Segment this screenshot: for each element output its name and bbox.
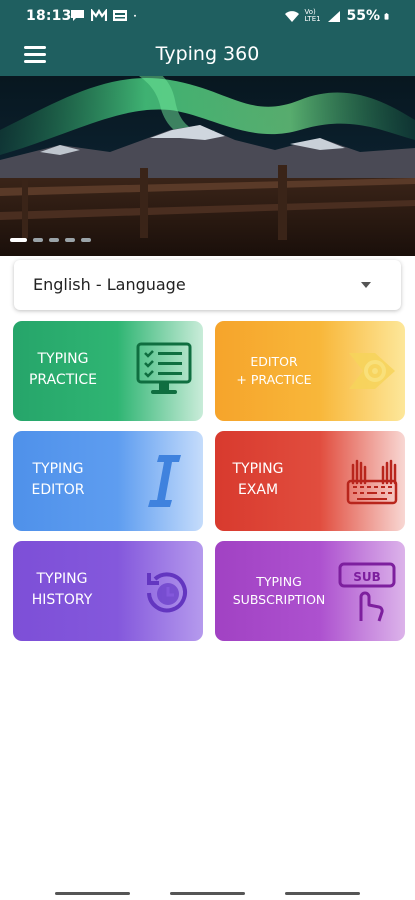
tile-label-line2: EXAM: [237, 482, 279, 498]
status-bar: 18:13 Vo) LTE1 55%: [0, 0, 415, 34]
app-bar: Typing 360: [0, 34, 415, 76]
tile-label: TYPING PRACTICE: [27, 349, 99, 391]
tile-label-line1: TYPING: [37, 351, 89, 367]
language-select-value: English - Language: [33, 275, 186, 294]
notification-icons: [70, 9, 141, 22]
tile-label: EDITOR + PRACTICE: [231, 353, 317, 389]
tile-label-line1: TYPING: [36, 571, 88, 587]
tile-label-line2: HISTORY: [31, 592, 93, 608]
m-app-icon: [91, 9, 107, 21]
tile-label: TYPING HISTORY: [29, 569, 95, 611]
aurora-landscape-image: [0, 60, 415, 256]
carousel-indicators: [10, 238, 91, 242]
carousel-dot-3[interactable]: [49, 238, 59, 242]
tile-label: TYPING EXAM: [229, 459, 287, 501]
battery-icon: [384, 12, 389, 20]
signal-icon: [328, 10, 341, 22]
nav-home-handle[interactable]: [170, 892, 245, 895]
tile-label-line2: SUBSCRIPTION: [232, 592, 326, 607]
history-clock-icon: [147, 572, 187, 613]
hands-keyboard-icon: [346, 459, 398, 505]
chat-icon: [71, 10, 84, 21]
sub-button-tap-icon: SUB: [338, 562, 396, 622]
typing-history-tile[interactable]: TYPING HISTORY: [13, 541, 203, 641]
carousel-dot-4[interactable]: [65, 238, 75, 242]
banner-carousel[interactable]: [0, 60, 415, 256]
tile-label-line2: PRACTICE: [28, 372, 97, 388]
carousel-dot-2[interactable]: [33, 238, 43, 242]
typing-editor-tile[interactable]: TYPING EDITOR: [13, 431, 203, 531]
editor-practice-tile[interactable]: EDITOR + PRACTICE: [215, 321, 405, 421]
text-cursor-icon: [148, 455, 181, 507]
nav-recents-handle[interactable]: [55, 892, 130, 895]
arrow-target-icon: [349, 353, 395, 389]
wifi-icon: [285, 10, 300, 22]
carousel-dot-5[interactable]: [81, 238, 91, 242]
language-select[interactable]: English - Language: [14, 260, 401, 310]
status-right: Vo) LTE1 55%: [284, 8, 393, 24]
tile-label-line1: TYPING: [232, 461, 284, 477]
typing-subscription-tile[interactable]: TYPING SUBSCRIPTION SUB: [215, 541, 405, 641]
news-icon: [113, 10, 127, 21]
nav-back-handle[interactable]: [285, 892, 360, 895]
tile-label-line1: TYPING: [256, 574, 302, 589]
typing-exam-tile[interactable]: TYPING EXAM: [215, 431, 405, 531]
tile-label: TYPING SUBSCRIPTION: [229, 573, 329, 609]
battery-percent: 55%: [346, 8, 380, 24]
more-notifications-icon: [134, 14, 136, 17]
tile-label-line1: EDITOR: [250, 354, 298, 369]
tile-label-line2: EDITOR: [31, 482, 85, 498]
typing-practice-tile[interactable]: TYPING PRACTICE: [13, 321, 203, 421]
status-time: 18:13: [26, 8, 72, 24]
tile-label-line2: + PRACTICE: [236, 372, 312, 387]
app-title: Typing 360: [155, 43, 260, 65]
tile-label-line1: TYPING: [32, 461, 84, 477]
system-navigation-bar: [0, 888, 415, 900]
dropdown-arrow-icon: [361, 282, 371, 288]
network-label: Vo) LTE1: [304, 8, 321, 23]
sub-icon-text: SUB: [353, 570, 381, 584]
carousel-dot-1[interactable]: [10, 238, 27, 242]
tile-label: TYPING EDITOR: [27, 459, 89, 501]
monitor-checklist-icon: [136, 342, 192, 394]
